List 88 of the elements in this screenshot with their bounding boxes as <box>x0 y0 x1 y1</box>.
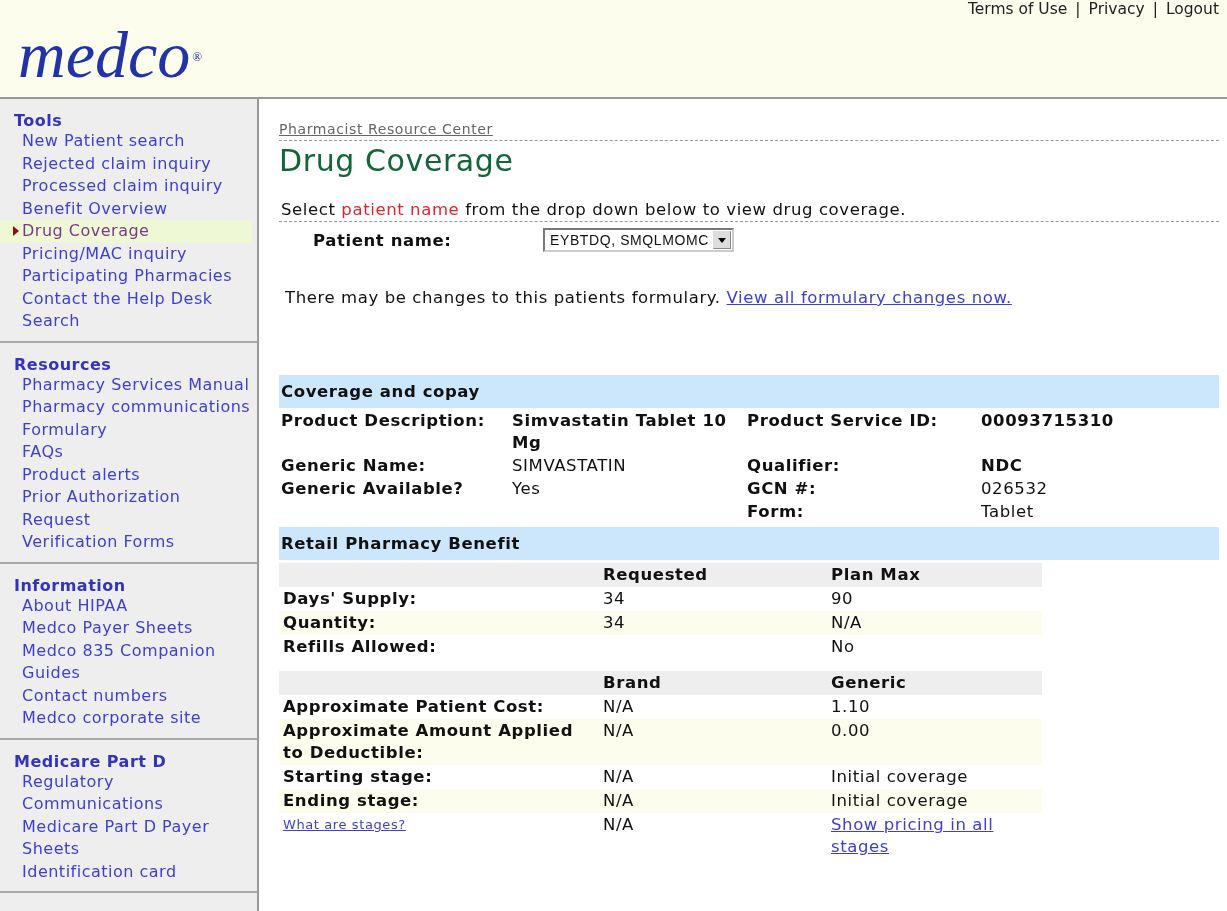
sidebar-link[interactable]: Medco 835 Companion Guides <box>0 639 252 685</box>
row-label: Ending stage: <box>279 789 599 813</box>
sidebar-link[interactable]: Pricing/MAC inquiry <box>0 242 252 265</box>
sidebar-link[interactable]: Pharmacy communications <box>0 396 252 419</box>
field-label: Form: <box>747 501 805 523</box>
table-cell: N/A <box>599 789 827 813</box>
sidebar-link[interactable]: Medco corporate site <box>0 707 252 730</box>
row-label: Days' Supply: <box>279 587 599 611</box>
table-cell: 34 <box>599 587 827 611</box>
sidebar-link[interactable]: Regulatory <box>0 770 252 793</box>
breadcrumb-link[interactable]: Pharmacist Resource Center <box>279 121 493 137</box>
field-label: GCN #: <box>747 478 818 500</box>
field-label: Product Description: <box>281 410 486 432</box>
sidebar-link[interactable]: Identification card <box>0 860 252 883</box>
section-heading: Tools <box>14 111 63 130</box>
stages-link[interactable]: What are stages? <box>283 814 406 836</box>
sidebar-link[interactable]: Medicare Part D Payer Sheets <box>0 815 252 861</box>
header-link[interactable]: Privacy <box>1088 0 1145 18</box>
page-title: Drug Coverage <box>279 143 514 178</box>
field-value: Yes <box>512 478 542 500</box>
sidebar-link[interactable]: Medco Payer Sheets <box>0 617 252 640</box>
row-label: Approximate Amount Applied to Deductible: <box>279 719 599 765</box>
sidebar-link[interactable]: About HIPAA <box>0 594 252 617</box>
field-value: Simvastatin Tablet 10 Mg <box>512 410 728 454</box>
sidebar-link[interactable]: New Patient search <box>0 130 252 153</box>
field-label: Product Service ID: <box>747 410 939 432</box>
column-header: Generic <box>827 671 1042 695</box>
header-link[interactable]: Terms of Use <box>967 0 1068 18</box>
table-cell: N/A <box>599 719 827 765</box>
row-label: Quantity: <box>279 611 599 635</box>
row-label: Approximate Patient Cost: <box>279 695 599 719</box>
link-separator: | <box>1075 0 1081 18</box>
table-cell: Initial coverage <box>827 765 1042 789</box>
column-header: Requested <box>599 563 827 587</box>
pricing-link[interactable]: Show pricing in all stages <box>831 814 1011 858</box>
sidebar-link[interactable]: Contact numbers <box>0 684 252 707</box>
table-cell: 1.10 <box>827 695 1042 719</box>
section-heading: Information <box>14 575 126 595</box>
field-label: Qualifier: <box>747 455 841 477</box>
row-label: Refills Allowed: <box>279 635 599 659</box>
sidebar-link[interactable]: Drug Coverage <box>0 220 252 243</box>
row-label: Starting stage: <box>279 765 599 789</box>
arrow-icon <box>13 226 19 236</box>
table-cell: Initial coverage <box>827 789 1042 813</box>
sidebar-link[interactable]: Processed claim inquiry <box>0 175 252 198</box>
field-label: Patient name: <box>313 230 453 250</box>
instruction-text: Select patient name from the drop down below to view drug coverage. <box>281 200 907 219</box>
section-heading: Resources <box>14 354 112 374</box>
registered-mark: ® <box>192 50 203 63</box>
sidebar-link[interactable]: Verification Forms <box>0 531 252 554</box>
section-header: Coverage and copay <box>279 375 1219 408</box>
table-cell: N/A <box>599 695 827 719</box>
sidebar-link[interactable]: Product alerts <box>0 463 252 486</box>
table-cell: N/A <box>827 611 1042 635</box>
sidebar-link[interactable]: FAQs <box>0 441 252 464</box>
table-cell: N/A <box>599 813 827 859</box>
field-value: 026532 <box>981 478 1049 500</box>
sidebar-link[interactable]: Benefit Overview <box>0 197 252 220</box>
sidebar-link[interactable]: Pharmacy Services Manual <box>0 373 252 396</box>
dropdown-arrow-icon <box>717 237 726 243</box>
field-value: SIMVASTATIN <box>512 455 628 477</box>
sidebar-link[interactable]: Search <box>0 310 252 333</box>
table-cell: No <box>827 635 1042 659</box>
section-header: Retail Pharmacy Benefit <box>279 527 1219 560</box>
table-cell: 34 <box>599 611 827 635</box>
header-link[interactable]: Logout <box>1165 0 1219 18</box>
field-value: Tablet <box>981 501 1035 523</box>
table-cell: N/A <box>599 765 827 789</box>
sidebar-link[interactable]: Contact the Help Desk <box>0 287 252 310</box>
patient-dropdown[interactable]: EYBTDQ, SMQLMOMC <box>543 228 734 252</box>
column-header: Plan Max <box>827 563 1042 587</box>
link-separator: | <box>1152 0 1158 18</box>
notice-text: There may be changes to this patients formulary. <box>285 288 722 307</box>
field-value: NDC <box>981 455 1024 477</box>
table-cell: 90 <box>827 587 1042 611</box>
sidebar-link[interactable]: Rejected claim inquiry <box>0 152 252 175</box>
logo: medco <box>18 22 191 88</box>
section-heading: Medicare Part D <box>14 751 167 771</box>
formulary-link[interactable]: View all formulary changes now. <box>726 288 1012 307</box>
field-value: 00093715310 <box>981 410 1115 432</box>
sidebar-link[interactable]: Participating Pharmacies <box>0 265 252 288</box>
sidebar-link[interactable]: Communications <box>0 793 252 816</box>
sidebar-link[interactable]: Formulary <box>0 418 252 441</box>
field-label: Generic Available? <box>281 478 465 500</box>
column-header: Brand <box>599 671 827 695</box>
table-cell: 0.00 <box>827 719 1042 765</box>
field-label: Generic Name: <box>281 455 427 477</box>
sidebar-link[interactable]: Prior Authorization Request <box>0 486 252 531</box>
